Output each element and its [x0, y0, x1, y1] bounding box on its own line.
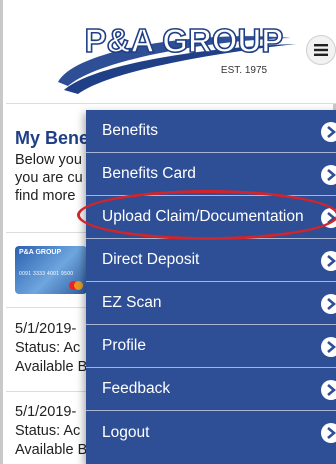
intro-line: you are cu	[15, 170, 83, 186]
intro-line: Below you	[15, 152, 82, 168]
menu-item-profile[interactable]: Profile	[86, 325, 336, 368]
chevron-right-icon	[321, 294, 336, 314]
chevron-right-icon	[321, 208, 336, 228]
chevron-right-icon	[321, 337, 336, 357]
menu-item-label: Benefits Card	[102, 165, 196, 182]
menu-item-ez-scan[interactable]: EZ Scan	[86, 282, 336, 325]
hamburger-icon	[314, 44, 328, 56]
intro-line: find more	[15, 188, 76, 204]
card-number: 0091 3333 4001 9500	[19, 271, 74, 277]
menu-item-label: Logout	[102, 423, 150, 441]
card-brand: P&A GROUP	[19, 249, 62, 256]
menu-item-benefits-card[interactable]: Benefits Card	[86, 153, 336, 196]
menu-item-upload-claim[interactable]: Upload Claim/Documentation	[86, 196, 336, 239]
menu-item-feedback[interactable]: Feedback	[86, 368, 336, 411]
menu-item-direct-deposit[interactable]: Direct Deposit	[86, 239, 336, 282]
menu-item-benefits[interactable]: Benefits	[86, 110, 336, 153]
benefits-card-image[interactable]: P&A GROUP 0091 3333 4001 9500	[15, 246, 87, 294]
dropdown-nav-menu: Benefits Benefits Card Upload Claim/Docu…	[86, 110, 336, 464]
menu-item-label: EZ Scan	[102, 294, 162, 311]
account-status: Status: Ac	[15, 340, 81, 356]
chevron-right-icon	[321, 380, 336, 400]
app-frame: P&A GROUP EST. 1975 My Bene Below you yo…	[0, 0, 336, 464]
chevron-right-icon	[321, 423, 336, 443]
hamburger-menu-button[interactable]	[306, 35, 336, 65]
account-summary[interactable]: 5/1/2019- Status: Ac Available B	[15, 320, 87, 377]
account-date: 5/1/2019-	[15, 321, 77, 337]
menu-item-label: Upload Claim/Documentation	[102, 208, 304, 225]
header: P&A GROUP EST. 1975	[6, 0, 336, 104]
chevron-right-icon	[321, 122, 336, 142]
logo-text: P&A GROUP	[85, 22, 284, 59]
page-title: My Bene	[15, 128, 90, 148]
account-balance: Available B	[15, 359, 88, 375]
logo-est: EST. 1975	[221, 65, 268, 76]
menu-item-logout[interactable]: Logout	[86, 411, 336, 454]
menu-item-label: Feedback	[102, 380, 171, 397]
menu-item-label: Direct Deposit	[102, 251, 200, 268]
menu-item-label: Benefits	[102, 122, 159, 139]
mastercard-icon	[69, 281, 83, 290]
chevron-right-icon	[321, 251, 336, 271]
menu-item-label: Profile	[102, 337, 146, 354]
pa-group-logo[interactable]: P&A GROUP EST. 1975	[6, 0, 336, 104]
intro-text: Below you you are cu find more	[15, 151, 95, 205]
chevron-right-icon	[321, 165, 336, 185]
